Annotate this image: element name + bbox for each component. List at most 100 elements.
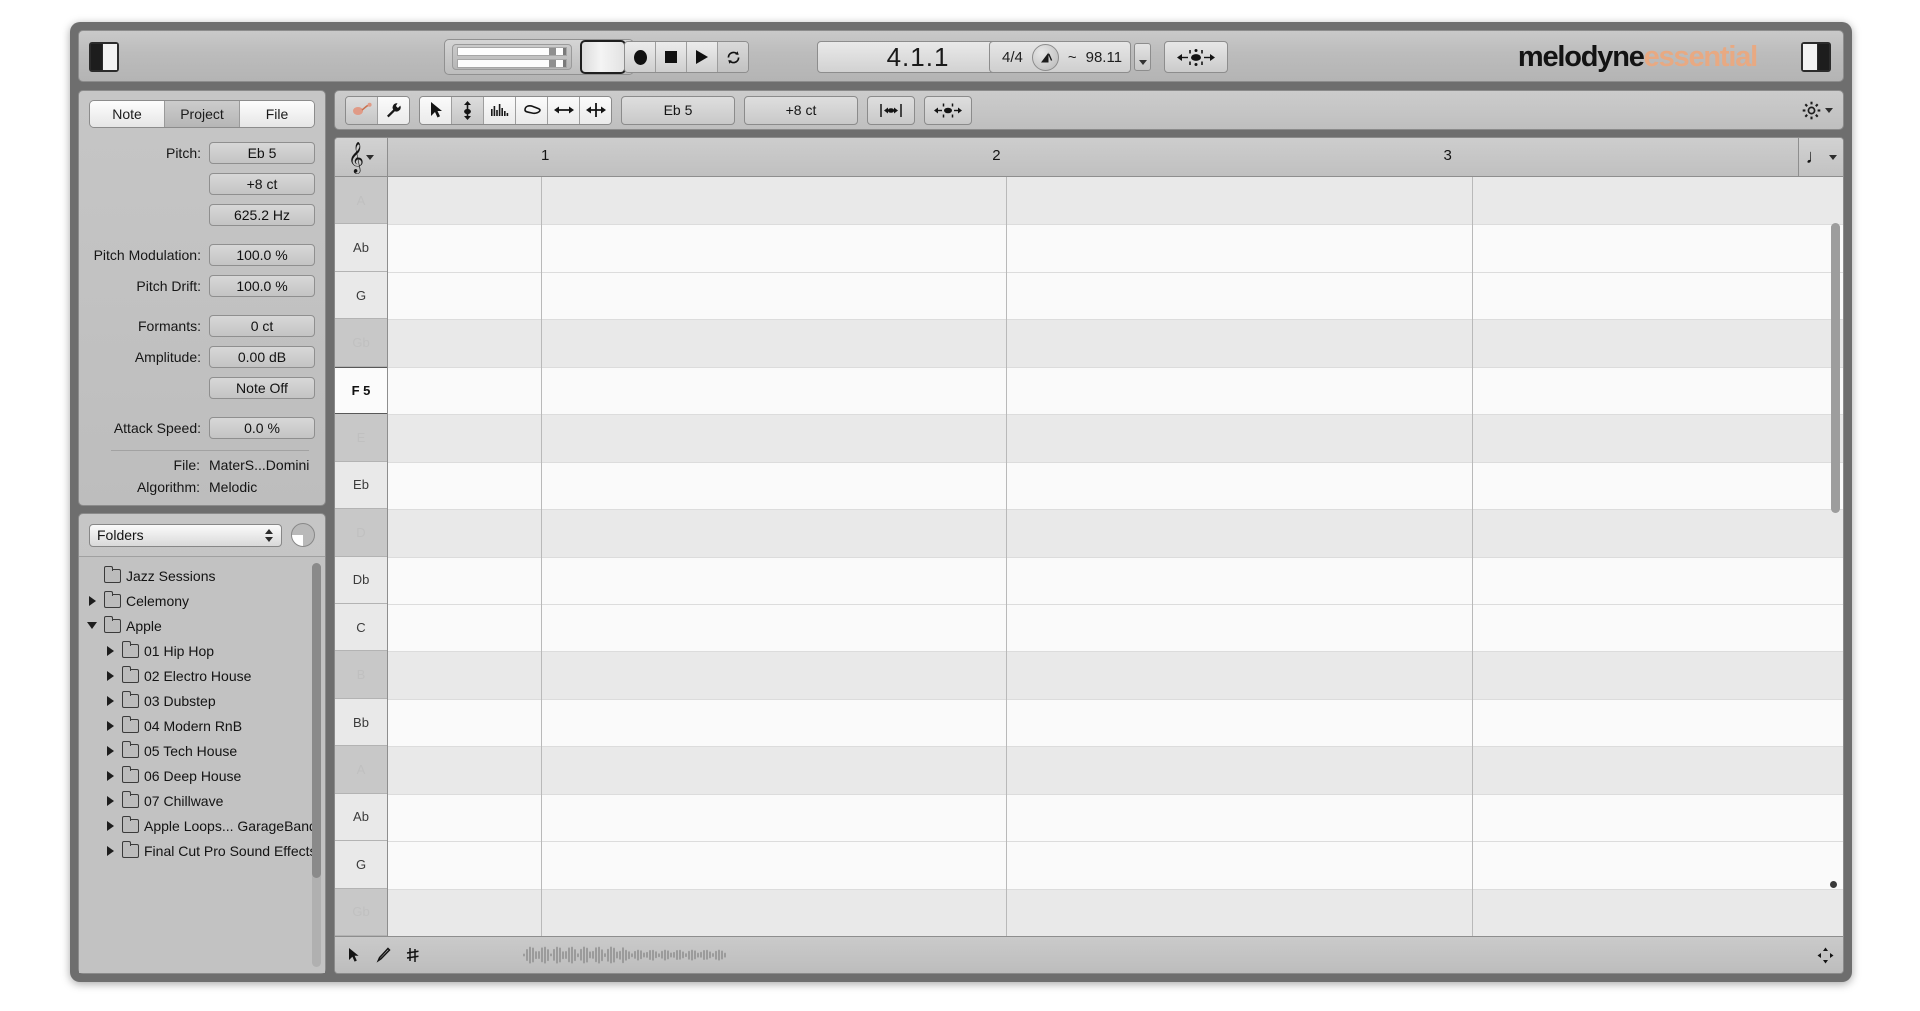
chevron-right-icon[interactable] [103,746,117,756]
main-tool-icon[interactable] [346,97,378,124]
pitch-label-f5[interactable]: F 5 [335,367,387,414]
chevron-right-icon[interactable] [103,846,117,856]
metronome-icon[interactable] [1032,44,1059,71]
chevron-right-icon[interactable] [103,721,117,731]
pitch-label-a[interactable]: A [335,746,387,793]
pitch-label-ab[interactable]: Ab [335,224,387,271]
amplitude-value[interactable]: 0.00 dB [209,346,315,368]
cycle-icon[interactable] [718,42,748,72]
tab-note[interactable]: Note [90,101,165,127]
time-handle-tool-icon[interactable] [580,97,611,124]
list-item[interactable]: 01 Hip Hop [79,638,325,663]
chevron-right-icon[interactable] [103,696,117,706]
note-off-button[interactable]: Note Off [209,377,315,399]
level-meter[interactable] [452,44,572,70]
arrow-icon[interactable] [343,944,363,966]
list-item[interactable]: 05 Tech House [79,738,325,763]
folder-tree[interactable]: Jazz SessionsCelemonyApple01 Hip Hop02 E… [79,556,325,973]
amplitude-tool-icon[interactable] [516,97,548,124]
overview-sample [583,947,585,964]
pitch-cents-value[interactable]: +8 ct [209,173,315,195]
chevron-right-icon[interactable] [103,796,117,806]
pitch-label-d[interactable]: D [335,509,387,556]
sharp-icon[interactable] [403,944,423,966]
pitch-label-g[interactable]: G [335,841,387,888]
clef-chevron-down-icon[interactable] [366,155,374,160]
list-item[interactable]: Apple Loops... GarageBand [79,813,325,838]
record-icon[interactable] [625,42,656,72]
time-signature[interactable]: 4/4 [1002,49,1023,66]
bar-number: 1 [541,147,549,164]
treble-clef-icon[interactable]: 𝄞 [335,138,388,176]
overview-sample [622,947,624,963]
bar-numbers[interactable]: 123 [388,138,1798,176]
chevron-right-icon[interactable] [103,646,117,656]
list-item[interactable]: 02 Electro House [79,663,325,688]
pitch-drift-value[interactable]: 100.0 % [209,275,315,297]
list-item[interactable]: Celemony [79,588,325,613]
slot-indicator[interactable] [580,40,626,74]
browser-mode-select[interactable]: Folders [89,524,282,547]
list-item[interactable]: 06 Deep House [79,763,325,788]
quarter-note-icon[interactable]: ♩ [1798,138,1843,176]
toolbar-pitch-field[interactable]: Eb 5 [621,96,735,125]
tab-project[interactable]: Project [165,101,240,127]
pitch-label-e[interactable]: E [335,414,387,461]
tempo-menu-chevron-down-icon[interactable] [1134,43,1151,71]
chevron-right-icon[interactable] [85,596,99,606]
right-panel-toggle-icon[interactable] [1801,42,1831,72]
note-grid[interactable] [388,177,1843,936]
pitch-modulation-value[interactable]: 100.0 % [209,244,315,266]
pitch-label-gb[interactable]: Gb [335,889,387,936]
list-item[interactable]: Jazz Sessions [79,563,325,588]
pitch-label-db[interactable]: Db [335,557,387,604]
toolbar-cents-field[interactable]: +8 ct [744,96,858,125]
chevron-down-icon[interactable] [85,622,99,629]
toolbar-navigate-notes-icon[interactable] [924,96,972,125]
list-item[interactable]: Apple [79,613,325,638]
browser-volume-knob[interactable] [291,523,315,547]
browser-scrollbar[interactable] [312,563,321,967]
timing-tool-icon[interactable] [548,97,580,124]
grid-vertical-scrollbar[interactable] [1831,223,1840,513]
pitch-hz-value[interactable]: 625.2 Hz [209,204,315,226]
pitch-ruler[interactable]: AAbGGbF 5EEbDDbCBBbAAbGGb [335,177,388,936]
chevron-right-icon[interactable] [103,821,117,831]
arrow-tool-icon[interactable] [420,97,452,124]
waveform-overview[interactable] [433,944,1805,966]
stop-icon[interactable] [656,42,687,72]
gear-chevron-down-icon[interactable] [1825,108,1833,113]
pitch-label-g[interactable]: G [335,272,387,319]
list-item[interactable]: 03 Dubstep [79,688,325,713]
left-panel-toggle-icon[interactable] [89,42,119,72]
pitch-label-eb[interactable]: Eb [335,462,387,509]
pitch-value[interactable]: Eb 5 [209,142,315,164]
list-item[interactable]: Final Cut Pro Sound Effects [79,838,325,863]
overview-sample [613,948,615,963]
tempo-value[interactable]: 98.11 [1086,49,1122,66]
formants-value[interactable]: 0 ct [209,315,315,337]
wrench-tool-icon[interactable] [378,97,409,124]
list-item[interactable]: 04 Modern RnB [79,713,325,738]
separate-notes-icon[interactable] [867,96,915,125]
note-res-chevron-down-icon[interactable] [1829,155,1837,160]
tab-file[interactable]: File [240,101,314,127]
navigate-notes-icon[interactable] [1164,41,1228,73]
edit-icon[interactable] [373,944,393,966]
list-item[interactable]: 07 Chillwave [79,788,325,813]
zoom-fit-icon[interactable] [1815,944,1835,966]
pitch-label-ab[interactable]: Ab [335,794,387,841]
overview-sample [688,951,690,960]
play-icon[interactable] [687,42,718,72]
pitch-label-bb[interactable]: Bb [335,699,387,746]
attack-speed-value[interactable]: 0.0 % [209,417,315,439]
pitch-label-c[interactable]: C [335,604,387,651]
pitch-label-b[interactable]: B [335,651,387,698]
chevron-right-icon[interactable] [103,771,117,781]
pitch-tool-icon[interactable] [452,97,484,124]
pitch-label-gb[interactable]: Gb [335,319,387,366]
formant-tool-icon[interactable] [484,97,516,124]
chevron-right-icon[interactable] [103,671,117,681]
pitch-label-a[interactable]: A [335,177,387,224]
gear-icon[interactable] [1802,101,1821,120]
